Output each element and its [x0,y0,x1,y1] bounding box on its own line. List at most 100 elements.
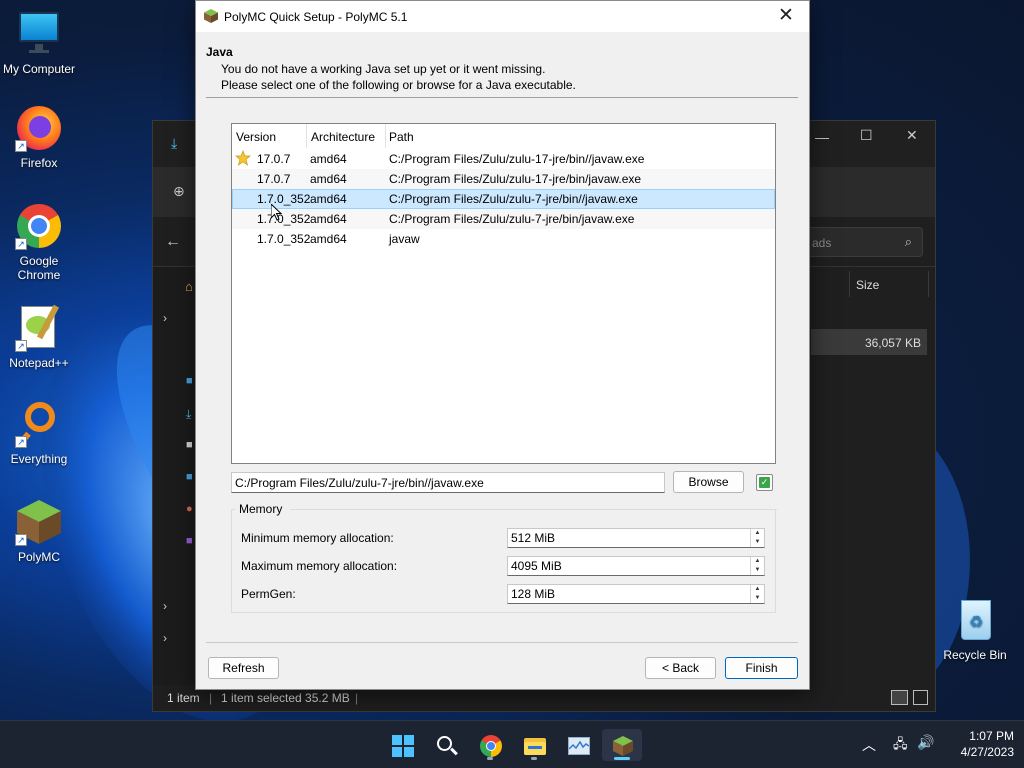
group-border-left [231,509,235,510]
desktop-icon-everything[interactable]: ↗ Everything [0,400,78,466]
dialog-titlebar: PolyMC Quick Setup - PolyMC 5.1 ✕ [196,1,809,32]
java-path-input[interactable]: C:/Program Files/Zulu/zulu-7-jre/bin//ja… [231,472,665,493]
spin-arrows[interactable]: ▲ ▼ [750,585,764,603]
cell-architecture: amd64 [310,232,347,246]
spin-down-icon[interactable]: ▼ [751,566,764,575]
column-header-architecture[interactable]: Architecture [311,130,375,144]
desktop-icon-label: Firefox [20,156,58,170]
column-header-version[interactable]: Version [236,130,276,144]
desktop-icon-my-computer[interactable]: My Computer [0,10,78,76]
firefox-icon: ↗ [15,104,63,152]
desktop-icon-label: Google Chrome [17,254,61,282]
spin-arrows[interactable]: ▲ ▼ [750,529,764,547]
desktop-icon-label: My Computer [2,62,76,76]
running-indicator [531,757,537,760]
permgen-spinbox[interactable]: 128 MiB ▲ ▼ [507,584,765,604]
column-header-path[interactable]: Path [389,130,414,144]
page-description-line-1: You do not have a working Java set up ye… [221,62,546,76]
memory-group-title: Memory [239,502,283,516]
max-memory-value: 4095 MiB [511,559,562,573]
downloads-folder-icon[interactable]: ⤓ [186,407,191,422]
taskbar-search-button[interactable] [426,729,466,761]
download-icon: ⤓ [171,135,178,151]
shortcut-arrow-icon: ↗ [15,436,27,448]
table-row[interactable]: 17.0.7 amd64 C:/Program Files/Zulu/zulu-… [232,149,775,169]
dialog-title: PolyMC Quick Setup - PolyMC 5.1 [224,10,408,24]
explorer-search-box[interactable]: ads ⌕ [805,227,923,257]
polymc-app-icon [204,9,218,23]
status-divider: | [355,691,359,705]
close-icon[interactable]: ✕ [906,127,918,144]
new-icon[interactable]: ⊕ [173,183,185,200]
cell-path: C:/Program Files/Zulu/zulu-17-jre/bin//j… [389,152,645,166]
home-icon[interactable]: ⌂ [185,279,193,294]
spin-up-icon[interactable]: ▲ [751,529,764,538]
spin-up-icon[interactable]: ▲ [751,557,764,566]
taskbar-task-manager[interactable] [558,729,598,761]
minimize-icon[interactable]: — [815,129,829,145]
desktop-folder-icon[interactable]: ■ [186,375,193,387]
close-icon: ✕ [778,5,794,26]
chrome-icon: ↗ [15,202,63,250]
videos-folder-icon[interactable]: ■ [186,535,193,547]
dialog-close-button[interactable]: ✕ [763,1,809,32]
start-button[interactable] [382,729,422,761]
details-view-icon[interactable] [891,690,908,705]
footer-divider [206,642,798,643]
table-row[interactable]: 17.0.7 amd64 C:/Program Files/Zulu/zulu-… [232,169,775,189]
running-indicator [487,757,493,760]
spin-down-icon[interactable]: ▼ [751,538,764,547]
network-icon[interactable]: 🖧 [893,735,908,757]
memory-group: Memory Minimum memory allocation: 512 Mi… [231,502,777,613]
min-memory-spinbox[interactable]: 512 MiB ▲ ▼ [507,528,765,548]
tiles-view-icon[interactable] [913,690,928,705]
chevron-right-icon[interactable]: › [163,599,167,613]
column-separator [385,124,386,148]
volume-icon[interactable]: 🔊 [917,734,934,751]
running-indicator [614,757,630,760]
column-header-size[interactable]: Size [849,271,929,297]
shortcut-arrow-icon: ↗ [15,534,27,546]
desktop-icon-polymc[interactable]: ↗ PolyMC [0,498,78,564]
documents-folder-icon[interactable]: ■ [186,439,193,451]
browse-button[interactable]: Browse [673,471,744,493]
polymc-setup-dialog[interactable]: PolyMC Quick Setup - PolyMC 5.1 ✕ Java Y… [195,0,810,690]
max-memory-spinbox[interactable]: 4095 MiB ▲ ▼ [507,556,765,576]
cell-path: javaw [389,232,420,246]
clock[interactable]: 1:07 PM 4/27/2023 [944,728,1014,760]
music-folder-icon[interactable]: ● [186,503,193,515]
back-arrow-icon[interactable]: ← [165,233,181,251]
status-selection: 1 item selected 35.2 MB [221,691,350,705]
java-list-table[interactable]: Version Architecture Path 17.0.7 amd64 C… [231,123,776,464]
taskbar-file-explorer[interactable] [514,729,554,761]
taskbar-polymc[interactable] [602,729,642,761]
recycle-bin-icon: ♻ [951,596,999,644]
maximize-icon[interactable]: ☐ [860,127,873,144]
file-row-selected[interactable]: 36,057 KB [811,329,927,355]
chevron-right-icon[interactable]: › [163,631,167,645]
cell-version: 17.0.7 [257,172,291,186]
table-row[interactable]: 1.7.0_352 amd64 javaw [232,229,775,249]
task-manager-icon [568,735,590,757]
table-row-selected[interactable]: 1.7.0_352 amd64 C:/Program Files/Zulu/zu… [232,189,775,209]
java-valid-indicator: ✓ [756,474,773,491]
show-hidden-icons-chevron-icon[interactable]: ︿ [862,735,876,755]
desktop-icon-firefox[interactable]: ↗ Firefox [0,104,78,170]
chevron-right-icon[interactable]: › [163,311,167,325]
pictures-folder-icon[interactable]: ■ [186,471,193,483]
search-icon [436,735,458,757]
spin-arrows[interactable]: ▲ ▼ [750,557,764,575]
cell-version: 1.7.0_352 [257,212,311,226]
desktop-icon-label: PolyMC [17,550,60,564]
spin-up-icon[interactable]: ▲ [751,585,764,594]
mouse-cursor-icon [271,204,283,221]
spin-down-icon[interactable]: ▼ [751,594,764,603]
desktop-icon-chrome[interactable]: ↗ Google Chrome [0,202,78,282]
back-button[interactable]: < Back [645,657,716,679]
refresh-button[interactable]: Refresh [208,657,279,679]
desktop-icon-recycle-bin[interactable]: ♻ Recycle Bin [936,596,1014,662]
taskbar-chrome[interactable] [470,729,510,761]
desktop-icon-notepadpp[interactable]: ↗ Notepad++ [0,304,78,370]
finish-button[interactable]: Finish [725,657,798,679]
table-row[interactable]: 1.7.0_352 amd64 C:/Program Files/Zulu/zu… [232,209,775,229]
